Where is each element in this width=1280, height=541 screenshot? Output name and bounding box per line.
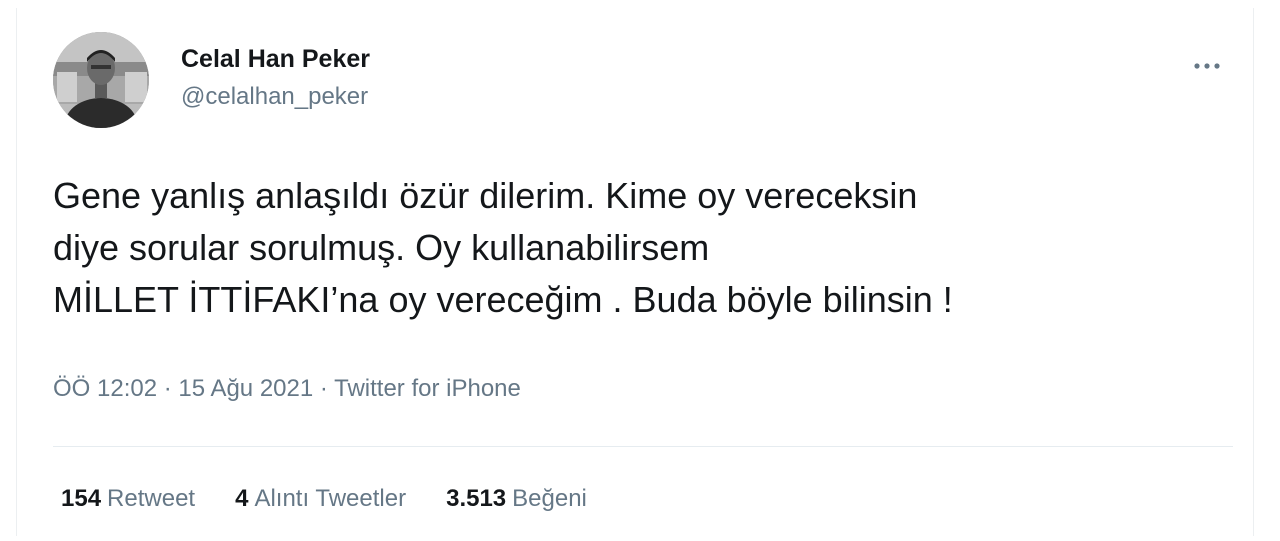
divider [53,446,1233,447]
tweet-source-link[interactable]: Twitter for iPhone [334,375,521,402]
meta-separator: · [163,375,172,402]
tweet-date[interactable]: 15 Ağu 2021 [178,375,313,402]
retweet-count: 154 [61,485,102,512]
likes-stat[interactable]: 3.513 Beğeni [446,484,587,514]
quote-count: 4 [235,485,249,512]
retweets-stat[interactable]: 154 Retweet [61,484,195,514]
tweet-header: Celal Han Peker @celalhan_peker [53,32,1233,128]
tweet-text-line: diye sorular sorulmuş. Oy kullanabilirse… [53,227,710,268]
more-horizontal-icon [1194,63,1220,69]
like-label: Beğeni [512,485,587,512]
tweet-meta: ÖÖ 12:02 · 15 Ağu 2021 · Twitter for iPh… [53,374,521,404]
display-name[interactable]: Celal Han Peker [181,44,370,74]
meta-separator: · [319,375,328,402]
retweet-label: Retweet [107,485,196,512]
avatar[interactable] [53,32,149,128]
user-handle[interactable]: @celalhan_peker [181,82,370,112]
tweet-text-line: MİLLET İTTİFAKI’na oy vereceğim . Buda b… [53,279,953,320]
more-options-button[interactable] [1187,54,1227,78]
quote-tweets-stat[interactable]: 4 Alıntı Tweetler [235,484,406,514]
tweet-card: Celal Han Peker @celalhan_peker Gene yan… [16,8,1254,536]
tweet-text: Gene yanlış anlaşıldı özür dilerim. Kime… [53,170,1233,326]
like-count: 3.513 [446,485,507,512]
author-block: Celal Han Peker @celalhan_peker [181,44,370,112]
tweet-stats: 154 Retweet 4 Alıntı Tweetler 3.513 Beğeni [61,484,587,514]
quote-label: Alıntı Tweetler [254,485,407,512]
tweet-time[interactable]: ÖÖ 12:02 [53,375,157,402]
avatar-photo [53,32,149,128]
tweet-text-line: Gene yanlış anlaşıldı özür dilerim. Kime… [53,175,918,216]
